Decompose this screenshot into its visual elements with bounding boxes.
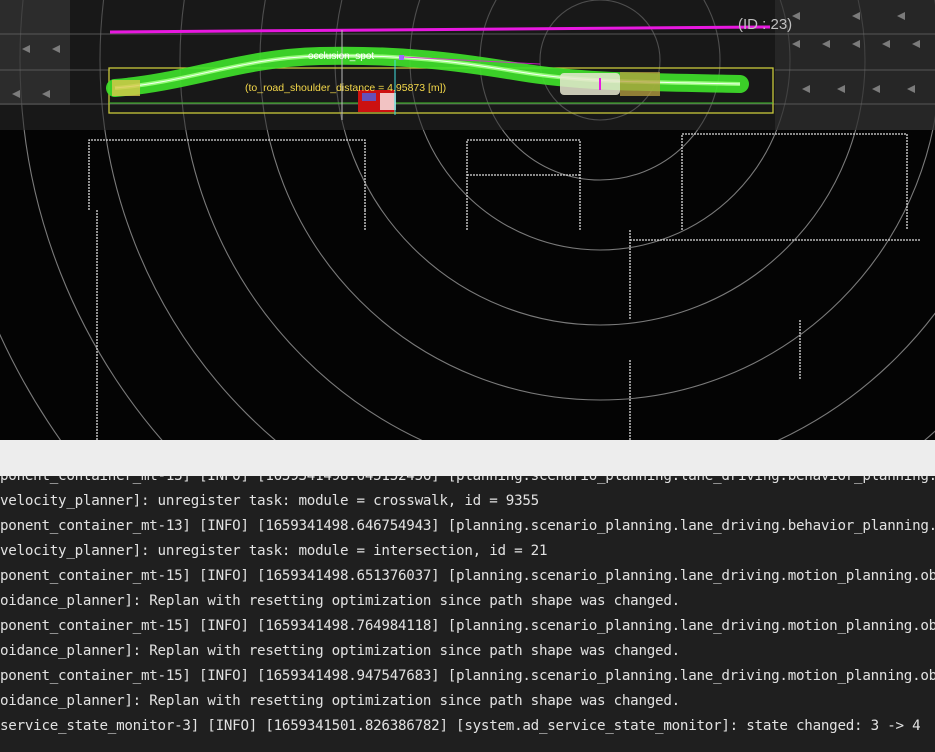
building-outlines (88, 133, 920, 440)
object-id-label: (ID : 23) (738, 16, 793, 33)
log-line: ponent_container_mt-15] [INFO] [16593414… (0, 568, 935, 584)
ego-vehicle (112, 80, 140, 96)
log-line: velocity_planner]: unregister task: modu… (0, 543, 548, 559)
log-line: oidance_planner]: Replan with resetting … (0, 593, 680, 609)
log-line: service_state_monitor-3] [INFO] [1659341… (0, 718, 921, 734)
log-line: oidance_planner]: Replan with resetting … (0, 693, 680, 709)
log-line: ponent_container_mt-15] [INFO] [16593414… (0, 668, 935, 684)
target-vehicle (560, 73, 620, 95)
road-shoulder-distance-label: (to_road_shoulder_distance = 4.95873 [m]… (245, 82, 447, 94)
log-line: ponent_container_mt-15] [INFO] [16593414… (0, 618, 935, 634)
scene-canvas (0, 0, 935, 440)
terminal-log-panel[interactable]: ponent_container_mt-13] [INFO] [16593414… (0, 476, 935, 752)
log-line: ponent_container_mt-13] [INFO] [16593414… (0, 518, 935, 534)
panel-separator[interactable] (0, 440, 935, 476)
log-line: oidance_planner]: Replan with resetting … (0, 643, 680, 659)
rviz-3d-viewport[interactable]: (ID : 23) occlusion_spot (to_road_should… (0, 0, 935, 440)
log-line: ponent_container_mt-13] [INFO] [16593414… (0, 476, 935, 484)
occlusion-spot-label: occlusion_spot (308, 51, 375, 62)
log-line: velocity_planner]: unregister task: modu… (0, 493, 539, 509)
